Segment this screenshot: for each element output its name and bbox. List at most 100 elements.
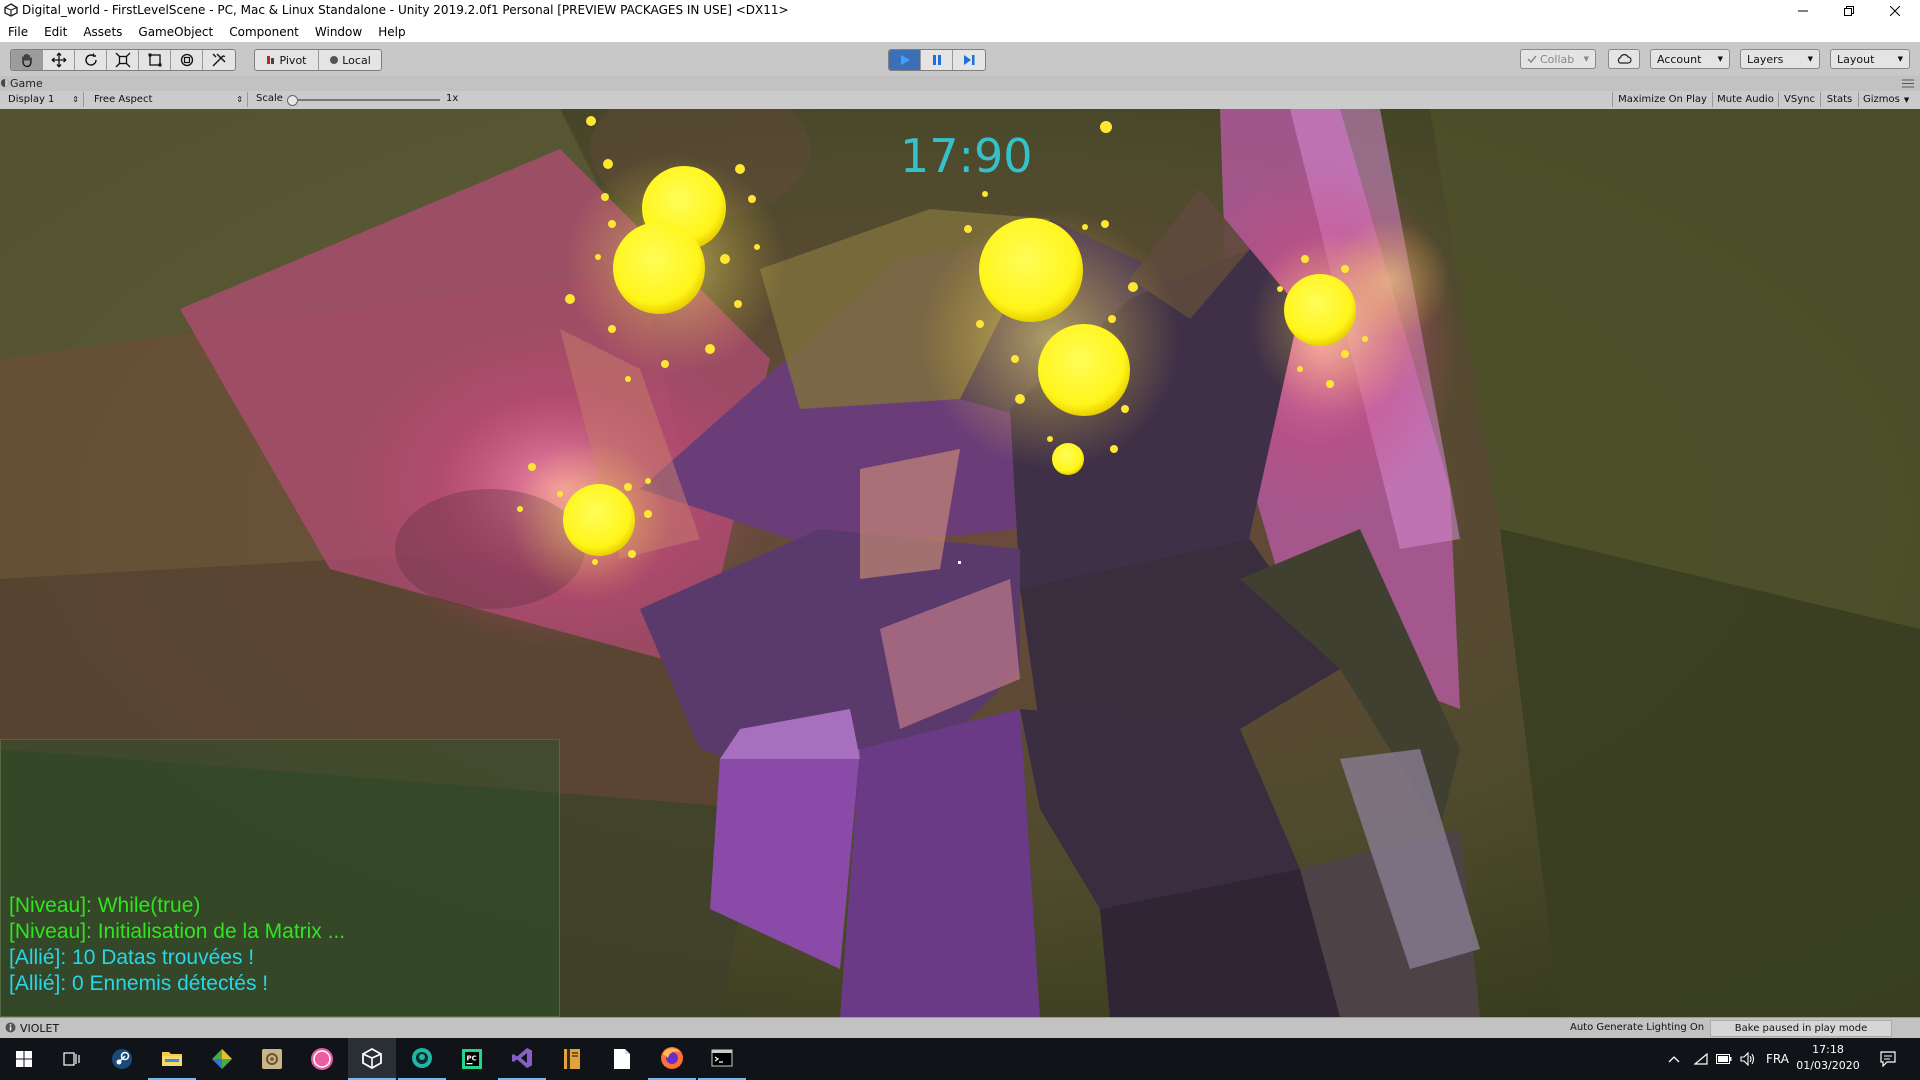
hand-tool-button[interactable] (11, 50, 43, 70)
collab-label: Collab (1540, 52, 1575, 66)
close-button[interactable] (1872, 0, 1918, 22)
chat-log: [Niveau]: While(true) [Niveau]: Initiali… (0, 739, 560, 1017)
windows-logo-icon (16, 1051, 32, 1067)
scale-slider-thumb[interactable] (287, 95, 298, 106)
game-view-toolbar: Display 1 ⇕ Free Aspect ⇕ Scale 1x Maximiz… (0, 91, 1920, 110)
start-button[interactable] (0, 1038, 48, 1080)
diamond-app-icon (212, 1049, 232, 1069)
transform-tool-button[interactable] (171, 50, 203, 70)
windows-taskbar: PC FRA 17:18 01/03/2020 (0, 1038, 1920, 1080)
console-message[interactable]: VIOLET (20, 1022, 59, 1035)
taskbar-app-terminal[interactable] (698, 1038, 746, 1080)
tray-overflow-button[interactable] (1668, 1038, 1680, 1080)
info-icon (5, 1022, 16, 1033)
custom-tool-button[interactable] (203, 50, 235, 70)
game-tab-header: Game (0, 76, 1920, 91)
vsync-toggle[interactable]: VSync (1778, 92, 1820, 107)
firefox-icon (661, 1047, 683, 1069)
menu-window[interactable]: Window (307, 25, 370, 39)
layout-label: Layout (1837, 52, 1875, 66)
taskbar-app-book[interactable] (548, 1038, 596, 1080)
data-orb (1038, 324, 1130, 416)
clock[interactable]: 17:18 01/03/2020 (1788, 1042, 1868, 1074)
menu-help[interactable]: Help (370, 25, 413, 39)
taskbar-app-gitkraken[interactable] (198, 1038, 246, 1080)
steam-icon (112, 1049, 132, 1069)
unity-logo-icon (4, 3, 18, 17)
taskbar-app-steam[interactable] (98, 1038, 146, 1080)
tab-game[interactable]: Game (10, 77, 43, 90)
play-button[interactable] (889, 50, 921, 70)
menu-gameobject[interactable]: GameObject (130, 25, 221, 39)
layout-dropdown[interactable]: Layout ▼ (1830, 49, 1910, 69)
restore-button[interactable] (1826, 0, 1872, 22)
wifi-icon (1694, 1053, 1708, 1065)
local-button[interactable]: Local (319, 50, 381, 70)
chevron-down-icon: ▼ (1897, 55, 1903, 63)
pycharm-icon: PC (462, 1049, 482, 1069)
restore-icon (1844, 6, 1854, 16)
notifications-button[interactable] (1880, 1038, 1896, 1080)
minimize-button[interactable] (1780, 0, 1826, 22)
rect-tool-button[interactable] (139, 50, 171, 70)
taskbar-app-unity[interactable] (348, 1038, 396, 1080)
tower-block (840, 709, 1040, 1017)
menu-edit[interactable]: Edit (36, 25, 75, 39)
menu-assets[interactable]: Assets (75, 25, 130, 39)
book-icon (564, 1049, 580, 1069)
task-view-button[interactable] (48, 1038, 96, 1080)
terminal-icon (711, 1049, 733, 1067)
document-icon (614, 1049, 630, 1069)
chat-line: [Niveau]: While(true) (9, 894, 201, 917)
cloud-icon (1617, 54, 1632, 64)
task-view-icon (63, 1052, 80, 1066)
tab-menu-icon[interactable] (1902, 79, 1914, 88)
scale-tool-button[interactable] (107, 50, 139, 70)
collab-dropdown[interactable]: Collab ▼ (1520, 49, 1596, 69)
pivot-button[interactable]: Pivot (255, 50, 319, 70)
maximize-on-play-toggle[interactable]: Maximize On Play (1612, 92, 1712, 107)
gizmos-dropdown[interactable]: Gizmos ▼ (1858, 92, 1916, 107)
taskbar-app-visual-studio[interactable] (498, 1038, 546, 1080)
account-dropdown[interactable]: Account ▼ (1650, 49, 1730, 69)
taskbar-app-explorer[interactable] (148, 1038, 196, 1080)
taskbar-app-firefox[interactable] (648, 1038, 696, 1080)
taskbar-app-tool[interactable] (248, 1038, 296, 1080)
window-title: Digital_world - FirstLevelScene - PC, Ma… (22, 3, 789, 17)
network-button[interactable] (1694, 1038, 1708, 1080)
pause-button[interactable] (921, 50, 953, 70)
transform-icon (180, 53, 193, 67)
move-tool-button[interactable] (43, 50, 75, 70)
menu-file[interactable]: File (0, 25, 36, 39)
data-orb (613, 222, 705, 314)
taskbar-app-gog[interactable] (398, 1038, 446, 1080)
layers-dropdown[interactable]: Layers ▼ (1740, 49, 1820, 69)
chevron-down-icon: ▼ (1903, 95, 1910, 104)
step-button[interactable] (953, 50, 985, 70)
game-view[interactable]: 17:90 [Niveau]: While(true) [Niveau]: In… (0, 109, 1920, 1017)
volume-button[interactable] (1740, 1038, 1756, 1080)
crosshair (958, 561, 961, 564)
battery-button[interactable] (1716, 1038, 1732, 1080)
menu-bar: File Edit Assets GameObject Component Wi… (0, 22, 1920, 42)
move-icon (51, 52, 66, 68)
rotate-tool-button[interactable] (75, 50, 107, 70)
taskbar-app-notepad[interactable] (598, 1038, 646, 1080)
chevron-down-icon: ▼ (1807, 55, 1813, 63)
scale-slider-track[interactable] (290, 99, 440, 101)
mute-audio-toggle[interactable]: Mute Audio (1712, 92, 1778, 107)
stats-toggle[interactable]: Stats (1820, 92, 1858, 107)
aspect-dropdown[interactable]: Free Aspect ⇕ (90, 92, 248, 107)
gear-app-icon (262, 1049, 282, 1069)
display-dropdown[interactable]: Display 1 ⇕ (4, 92, 84, 107)
unity-icon (362, 1047, 382, 1069)
taskbar-app-pycharm[interactable]: PC (448, 1038, 496, 1080)
updown-icon: ⇕ (236, 95, 243, 104)
osu-icon (311, 1048, 333, 1070)
cloud-button[interactable] (1608, 49, 1640, 69)
chevron-down-icon: ▼ (1583, 55, 1589, 63)
battery-icon (1716, 1054, 1732, 1064)
taskbar-app-osu[interactable] (298, 1038, 346, 1080)
language-indicator[interactable]: FRA (1766, 1038, 1789, 1080)
menu-component[interactable]: Component (221, 25, 307, 39)
